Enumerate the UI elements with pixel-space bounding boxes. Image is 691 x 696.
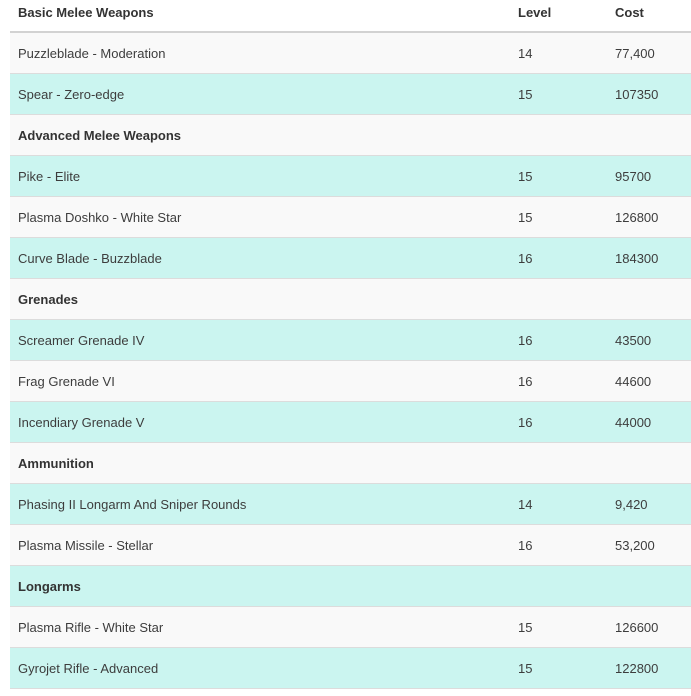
item-cost: 44600 <box>615 373 652 389</box>
item-name: Spear - Zero-edge <box>18 86 125 102</box>
item-name: Incendiary Grenade V <box>18 414 145 430</box>
table-row: Plasma Doshko - White Star 15 126800 <box>10 197 691 238</box>
item-name: Puzzleblade - Moderation <box>18 45 166 61</box>
table-row: Gyrojet Rifle - Advanced 15 122800 <box>10 648 691 689</box>
header-level: Level <box>518 5 552 20</box>
table-row: Incendiary Grenade V 16 44000 <box>10 402 691 443</box>
item-cost: 9,420 <box>615 496 648 512</box>
category-row: Ammunition <box>10 443 691 484</box>
header-category: Basic Melee Weapons <box>18 5 154 20</box>
item-level: 15 <box>518 86 533 102</box>
item-name: Screamer Grenade IV <box>18 332 145 348</box>
table-row: Screamer Grenade IV 16 43500 <box>10 320 691 361</box>
item-level: 14 <box>518 45 533 61</box>
item-level: 16 <box>518 537 533 553</box>
table-header-row: Basic Melee Weapons Level Cost <box>10 0 691 33</box>
item-level: 16 <box>518 414 533 430</box>
table-row: Plasma Rifle - White Star 15 126600 <box>10 607 691 648</box>
table-row: Frag Grenade VI 16 44600 <box>10 361 691 402</box>
item-level: 16 <box>518 332 533 348</box>
category-label: Ammunition <box>18 455 94 471</box>
item-level: 16 <box>518 250 533 266</box>
item-cost: 53,200 <box>615 537 655 553</box>
weapons-table: Basic Melee Weapons Level Cost Puzzlebla… <box>10 0 691 689</box>
item-level: 15 <box>518 209 533 225</box>
header-cost: Cost <box>615 5 644 20</box>
item-cost: 107350 <box>615 86 659 102</box>
item-cost: 126600 <box>615 619 659 635</box>
category-label: Longarms <box>18 578 81 594</box>
category-row: Advanced Melee Weapons <box>10 115 691 156</box>
table-row: Curve Blade - Buzzblade 16 184300 <box>10 238 691 279</box>
item-cost: 184300 <box>615 250 659 266</box>
table-body: Puzzleblade - Moderation 14 77,400 Spear - … <box>10 33 691 689</box>
item-level: 15 <box>518 660 533 676</box>
item-cost: 122800 <box>615 660 659 676</box>
item-cost: 43500 <box>615 332 652 348</box>
item-name: Curve Blade - Buzzblade <box>18 250 162 266</box>
item-name: Frag Grenade VI <box>18 373 115 389</box>
item-level: 14 <box>518 496 533 512</box>
category-label: Grenades <box>18 291 78 307</box>
table-row: Spear - Zero-edge 15 107350 <box>10 74 691 115</box>
item-cost: 77,400 <box>615 45 655 61</box>
category-row: Longarms <box>10 566 691 607</box>
item-name: Plasma Missile - Stellar <box>18 537 154 553</box>
item-level: 16 <box>518 373 533 389</box>
item-cost: 95700 <box>615 168 652 184</box>
table-row: Plasma Missile - Stellar 16 53,200 <box>10 525 691 566</box>
table-row: Phasing II Longarm And Sniper Rounds 14 9,… <box>10 484 691 525</box>
category-label: Advanced Melee Weapons <box>18 127 182 143</box>
table-row: Puzzleblade - Moderation 14 77,400 <box>10 33 691 74</box>
item-name: Phasing II Longarm And Sniper Rounds <box>18 496 247 512</box>
item-name: Plasma Doshko - White Star <box>18 209 182 225</box>
item-cost: 44000 <box>615 414 652 430</box>
item-level: 15 <box>518 168 533 184</box>
category-row: Grenades <box>10 279 691 320</box>
item-level: 15 <box>518 619 533 635</box>
table-row: Pike - Elite 15 95700 <box>10 156 691 197</box>
item-cost: 126800 <box>615 209 659 225</box>
item-name: Pike - Elite <box>18 168 81 184</box>
item-name: Gyrojet Rifle - Advanced <box>18 660 159 676</box>
item-name: Plasma Rifle - White Star <box>18 619 164 635</box>
